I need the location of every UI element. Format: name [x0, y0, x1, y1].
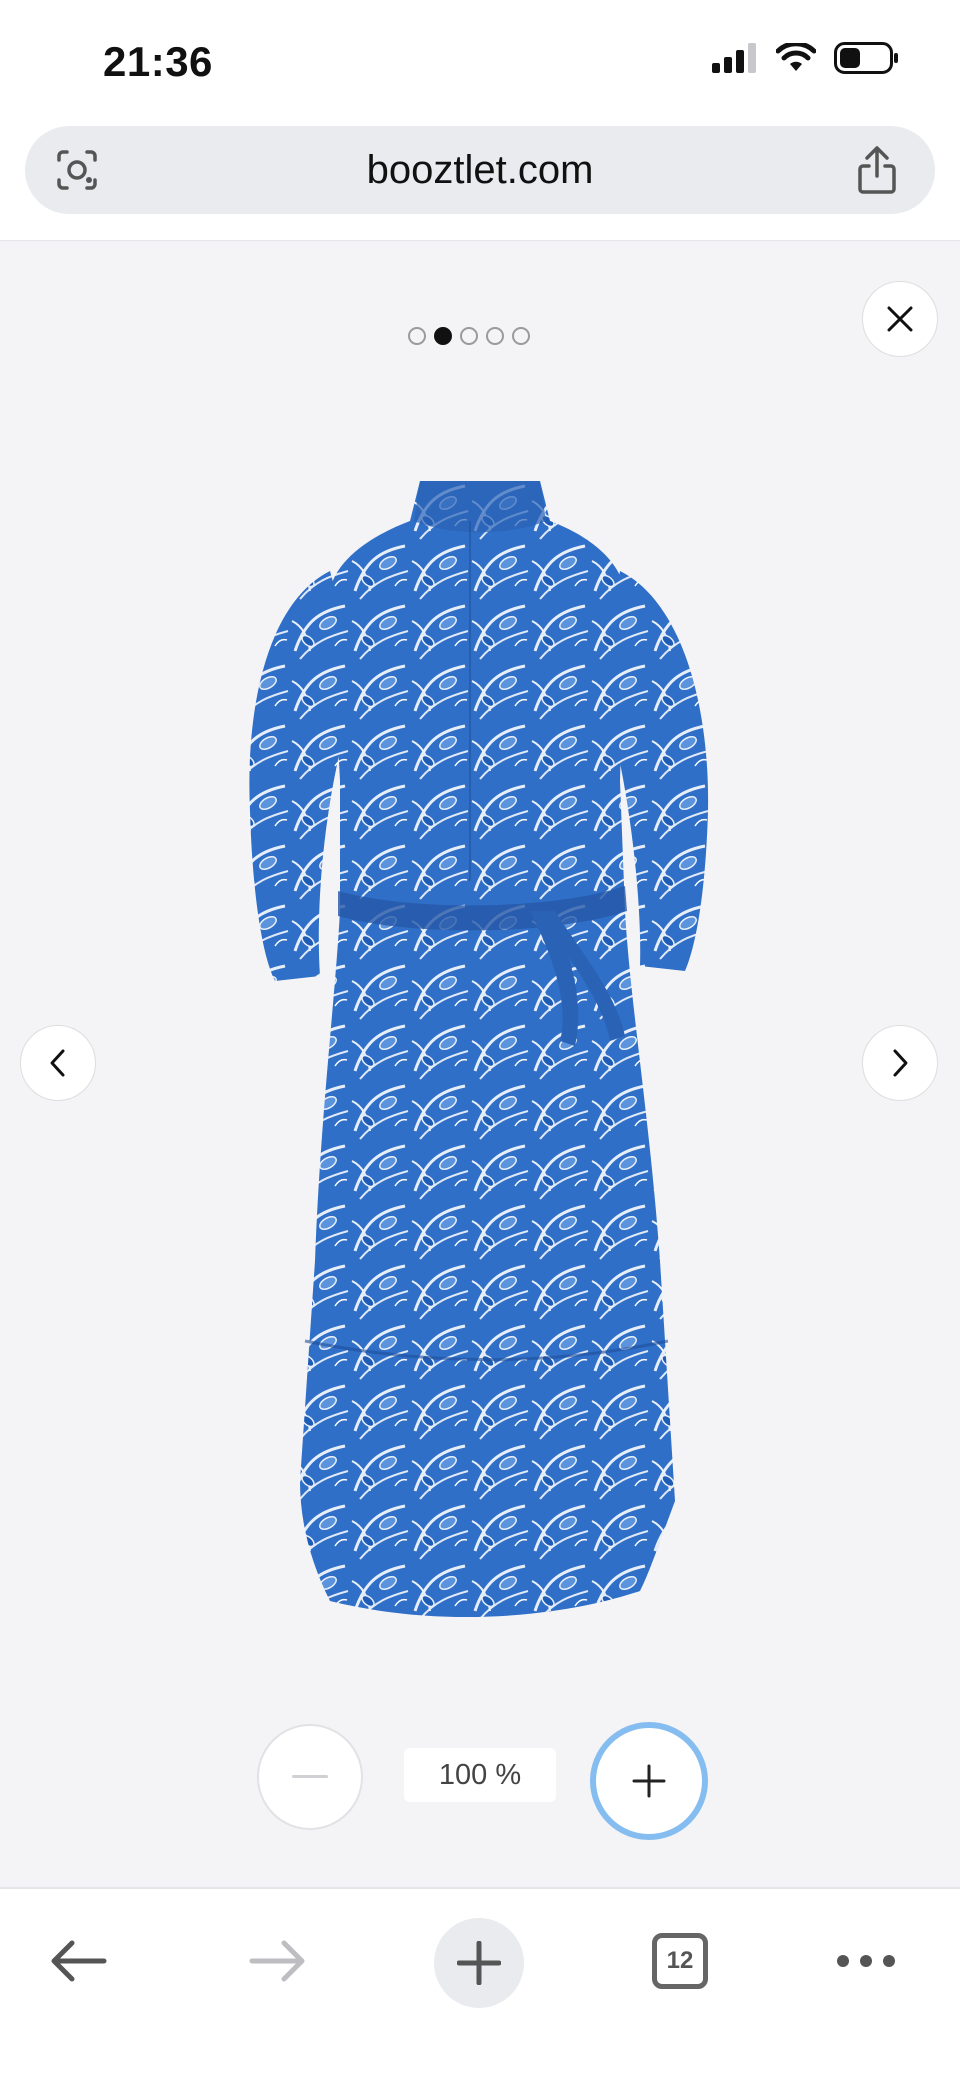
- zoom-in-button[interactable]: [590, 1722, 708, 1840]
- back-arrow-icon: [51, 1940, 107, 1982]
- battery-icon: [834, 42, 898, 74]
- address-bar[interactable]: booztlet.com: [25, 126, 935, 214]
- forward-arrow-icon: [249, 1940, 305, 1982]
- status-icons: [712, 42, 900, 74]
- url-text[interactable]: booztlet.com: [25, 148, 935, 193]
- minus-icon: [292, 1775, 328, 1778]
- pagination-dot[interactable]: [486, 327, 504, 345]
- zoom-level: 100 %: [404, 1748, 556, 1802]
- more-button[interactable]: [826, 1905, 906, 2017]
- tabs-icon: 12: [652, 1933, 708, 1989]
- chevron-right-icon: [893, 1049, 908, 1077]
- product-image[interactable]: [230, 481, 730, 1661]
- pagination-dot-active[interactable]: [434, 327, 452, 345]
- share-icon[interactable]: [853, 144, 901, 196]
- image-viewer: 100 %: [0, 241, 960, 1887]
- chevron-left-icon: [50, 1049, 65, 1077]
- browser-toolbar: 12: [0, 1887, 960, 2080]
- new-tab-button[interactable]: [434, 1918, 524, 2008]
- pagination-dots: [408, 327, 530, 345]
- pagination-dot[interactable]: [408, 327, 426, 345]
- status-bar: 21:36: [0, 0, 960, 120]
- pagination-dot[interactable]: [460, 327, 478, 345]
- wifi-icon: [776, 43, 816, 71]
- status-time: 21:36: [103, 38, 213, 85]
- pagination-dot[interactable]: [512, 327, 530, 345]
- previous-image-button[interactable]: [20, 1025, 96, 1101]
- zoom-out-button[interactable]: [257, 1724, 363, 1830]
- browser-address-area: booztlet.com: [0, 120, 960, 242]
- more-icon: [837, 1955, 895, 1967]
- zoom-controls: 100 %: [0, 1722, 960, 1840]
- next-image-button[interactable]: [862, 1025, 938, 1101]
- new-tab-plus-icon: [457, 1941, 501, 1985]
- forward-button[interactable]: [230, 1905, 326, 2017]
- close-button[interactable]: [862, 281, 938, 357]
- tabs-button[interactable]: 12: [648, 1929, 712, 1993]
- plus-icon: [632, 1764, 666, 1798]
- back-button[interactable]: [30, 1905, 126, 2017]
- close-icon: [887, 306, 913, 332]
- signal-icon: [712, 43, 756, 73]
